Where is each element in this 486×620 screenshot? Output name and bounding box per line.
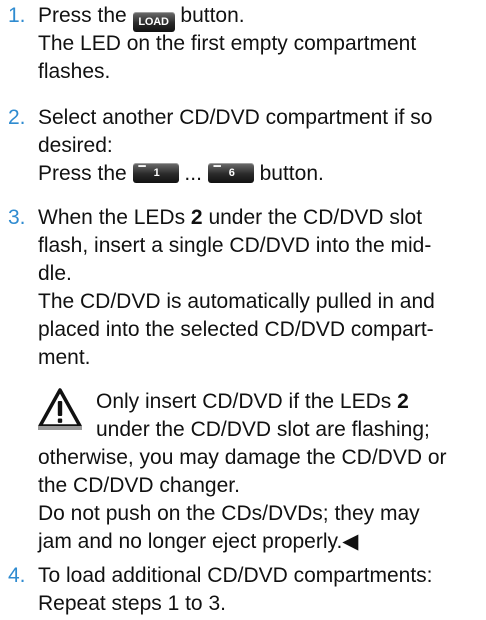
text: jam and no longer eject properly. — [38, 530, 343, 553]
step-number: 3. — [8, 206, 26, 229]
end-marker-icon: ◀ — [342, 530, 359, 553]
step-line: flash, insert a single CD/DVD into the m… — [38, 234, 432, 257]
warning-line: Only insert CD/DVD if the LEDs 2 — [38, 388, 447, 416]
load-button: LOAD — [132, 12, 175, 32]
text: button. — [180, 4, 245, 27]
step-line: dle. — [38, 262, 72, 285]
warning-line: the CD/DVD changer. — [38, 474, 240, 497]
button-mark-icon: ▔ — [138, 166, 146, 176]
step-line: placed into the selected CD/DVD compart- — [38, 318, 434, 341]
text: ... — [184, 162, 202, 185]
button-mark-icon: ▔ — [213, 166, 221, 176]
step-line: flashes. — [38, 60, 111, 83]
step-body: To load additional CD/DVD compartments: … — [38, 562, 433, 618]
step-body: Select another CD/DVD compartment if so … — [38, 104, 433, 188]
text: Only insert CD/DVD if the LEDs — [96, 390, 392, 413]
step-line: Press the LOAD button. — [38, 2, 416, 32]
step-number: 2. — [8, 106, 26, 129]
step-body: When the LEDs 2 under the CD/DVD slot fl… — [38, 204, 435, 372]
step-line: The LED on the first empty compartment — [38, 32, 417, 55]
warning-line: jam and no longer eject properly.◀ — [38, 528, 447, 556]
text: When the LEDs — [38, 206, 186, 229]
load-button-label: LOAD — [138, 16, 169, 28]
warning-line: Do not push on the CDs/DVDs; they may — [38, 502, 420, 525]
step-line: ment. — [38, 346, 91, 369]
step-number: 4. — [8, 564, 26, 587]
button-digit: 1 — [153, 167, 160, 179]
button-digit: 6 — [228, 167, 235, 179]
text: Press the — [38, 4, 127, 27]
warning-text: Only insert CD/DVD if the LEDs 2 under t… — [38, 388, 447, 556]
led-reference: 2 — [190, 206, 203, 229]
step-line: Select another CD/DVD compartment if so — [38, 106, 433, 129]
step-line: Repeat steps 1 to 3. — [38, 592, 226, 615]
instruction-page: 1. Press the LOAD button. The LED on the… — [0, 0, 486, 620]
warning-line: otherwise, you may damage the CD/DVD or — [38, 446, 447, 469]
text: Press the — [38, 162, 127, 185]
text: button. — [259, 162, 324, 185]
step-line: Press the ▔ 1 ... ▔ 6 button. — [38, 160, 433, 188]
compartment-6-button: ▔ 6 — [207, 163, 254, 183]
led-reference: 2 — [397, 390, 409, 413]
step-line: When the LEDs 2 under the CD/DVD slot — [38, 204, 435, 232]
step-number: 1. — [8, 4, 26, 27]
step-line: The CD/DVD is automatically pulled in an… — [38, 290, 435, 313]
step-body: Press the LOAD button. The LED on the fi… — [38, 2, 416, 86]
step-line: desired: — [38, 134, 113, 157]
text: under the CD/DVD slot — [208, 206, 423, 229]
step-line: To load additional CD/DVD compartments: — [38, 564, 433, 587]
compartment-1-button: ▔ 1 — [132, 163, 179, 183]
warning-line: under the CD/DVD slot are flashing; — [96, 418, 430, 441]
